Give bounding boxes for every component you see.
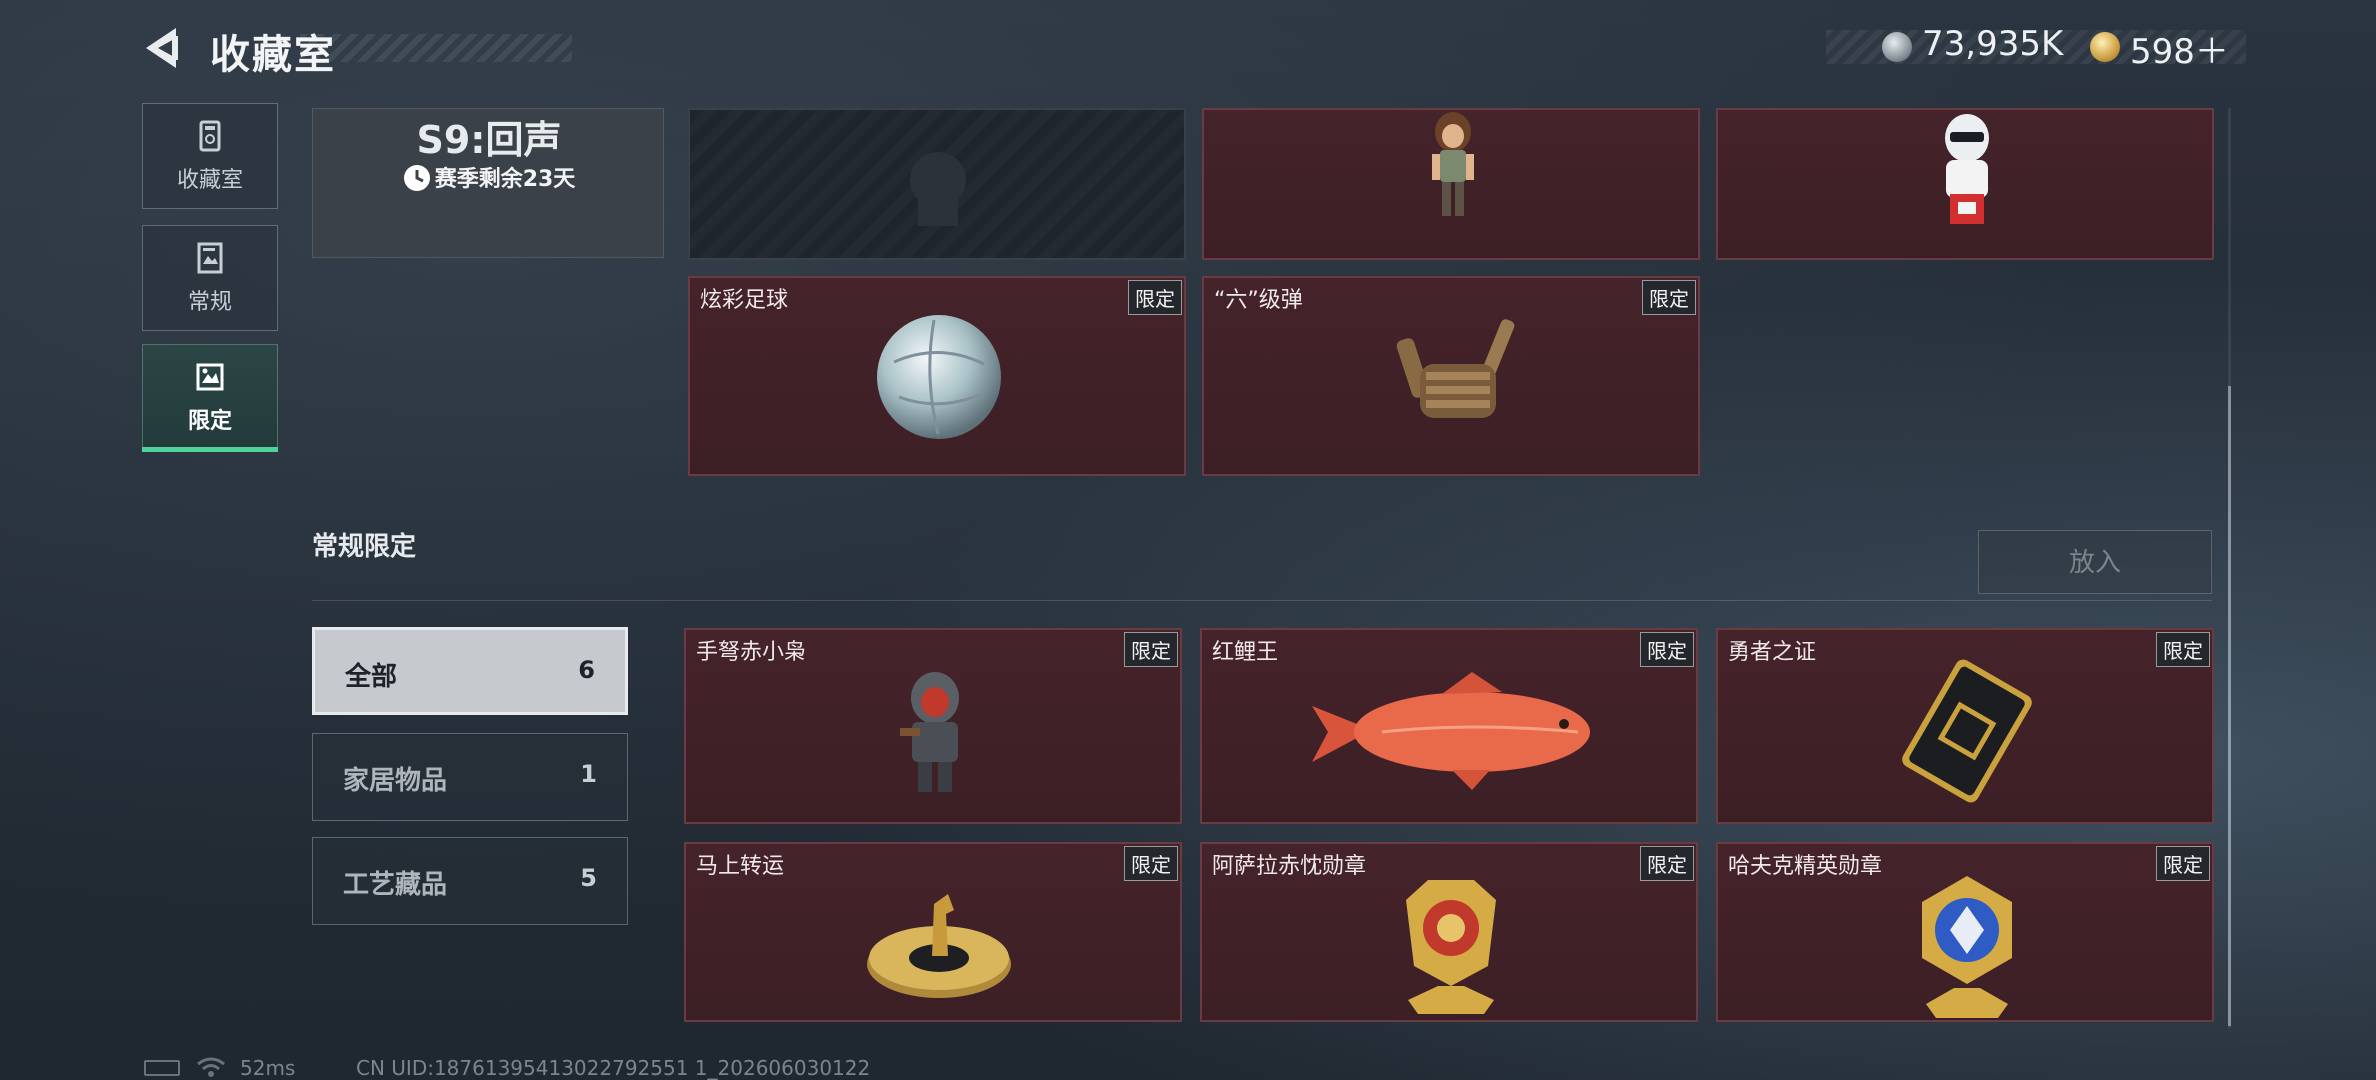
item-name: 手弩赤小枭: [696, 640, 807, 665]
limited-tag: 限定: [2156, 632, 2210, 667]
nav-item-collection[interactable]: 收藏室: [142, 103, 278, 209]
horse-disc-icon: [867, 894, 1011, 998]
limited-tag: 限定: [1640, 632, 1694, 667]
item-name: 红鲤王: [1212, 640, 1279, 665]
filter-count: 6: [578, 656, 595, 684]
section-divider: [312, 600, 2212, 601]
limited-tag: 限定: [1642, 280, 1696, 315]
tomb-raider-figure-icon: [1432, 112, 1474, 216]
hooded-figure-icon: [900, 672, 959, 792]
ping-value: 52ms: [240, 1056, 296, 1080]
filter-count: 1: [580, 760, 597, 788]
item-name: 炫彩足球: [700, 288, 789, 313]
collection-icon: [199, 120, 221, 152]
football-icon: [877, 315, 1001, 439]
filter-label: 工艺藏品: [343, 870, 448, 900]
item-card-crossbow-owl[interactable]: 手弩赤小枭 限定: [684, 628, 1182, 824]
clock-icon: [403, 165, 430, 191]
scrollbar-thumb[interactable]: [2228, 386, 2231, 1026]
item-name: 阿萨拉赤忱勋章: [1212, 854, 1367, 879]
book-icon: [197, 242, 223, 274]
nav-label: 常规: [187, 290, 232, 315]
item-card-asala-medal[interactable]: 阿萨拉赤忱勋章 限定: [1200, 842, 1698, 1022]
put-in-button[interactable]: 放入: [1978, 530, 2212, 594]
item-card-red-carp-king[interactable]: 红鲤王 限定: [1200, 628, 1698, 824]
wifi-icon: [197, 1057, 225, 1077]
limited-tag: 限定: [2156, 846, 2210, 881]
limited-tag: 限定: [1124, 846, 1178, 881]
nav-item-regular[interactable]: 常规: [142, 225, 278, 331]
filter-label: 全部: [345, 662, 398, 692]
item-card[interactable]: [1202, 108, 1700, 260]
silver-coin-icon: [1882, 32, 1912, 62]
filter-all[interactable]: 全部 6: [312, 627, 628, 715]
item-card-luck-horse[interactable]: 马上转运 限定: [684, 842, 1182, 1022]
red-carp-icon: [1312, 672, 1590, 790]
title-decoration: [300, 34, 572, 62]
limited-icon: [196, 363, 224, 391]
page-title: 收藏室: [210, 32, 336, 78]
nav-label: 限定: [187, 409, 232, 434]
gold-coin-icon: [2090, 32, 2120, 62]
silver-currency-value: 73,935K: [1922, 24, 2064, 64]
item-card-grade-six-bullet[interactable]: “六”级弹 限定: [1202, 276, 1700, 476]
locked-silhouette-icon: [910, 152, 966, 226]
empty-slot[interactable]: [688, 108, 1186, 260]
filter-household[interactable]: 家居物品 1: [312, 733, 628, 821]
filter-crafts[interactable]: 工艺藏品 5: [312, 837, 628, 925]
item-card-brave-proof[interactable]: 勇者之证 限定: [1716, 628, 2214, 824]
item-card-haavk-elite-medal[interactable]: 哈夫克精英勋章 限定: [1716, 842, 2214, 1022]
filter-label: 家居物品: [343, 766, 448, 796]
season-title: S9:回声: [416, 118, 562, 162]
nav-selected-indicator: [142, 447, 278, 452]
season-remaining: 赛季剩余23天: [313, 161, 665, 193]
section-title: 常规限定: [312, 532, 417, 562]
nav-item-limited[interactable]: 限定: [142, 344, 278, 450]
nav-label: 收藏室: [176, 168, 243, 193]
back-arrow-icon[interactable]: [142, 26, 184, 70]
red-medal-icon: [1406, 880, 1496, 1014]
season-card: S9:回声 赛季剩余23天: [312, 108, 664, 258]
colonel-figure-icon: [1945, 114, 1989, 224]
season-remaining-text: 赛季剩余23天: [434, 167, 576, 192]
item-name: 勇者之证: [1728, 640, 1817, 665]
limited-tag: 限定: [1124, 632, 1178, 667]
item-name: “六”级弹: [1214, 288, 1303, 313]
battery-icon: [144, 1060, 180, 1076]
card-token-icon: [1902, 659, 2032, 803]
limited-tag: 限定: [1640, 846, 1694, 881]
item-name: 哈夫克精英勋章: [1728, 854, 1883, 879]
gold-currency-value[interactable]: 598＋: [2130, 24, 2229, 73]
uid-text: CN UID:18761395413022792551 1_2026060301…: [356, 1056, 871, 1080]
limited-tag: 限定: [1128, 280, 1182, 315]
filter-count: 5: [580, 864, 597, 892]
blue-medal-icon: [1922, 876, 2012, 1018]
item-card[interactable]: [1716, 108, 2214, 260]
item-name: 马上转运: [696, 854, 785, 879]
item-card-colorful-football[interactable]: 炫彩足球 限定: [688, 276, 1186, 476]
bullet-hand-icon: [1396, 319, 1515, 418]
